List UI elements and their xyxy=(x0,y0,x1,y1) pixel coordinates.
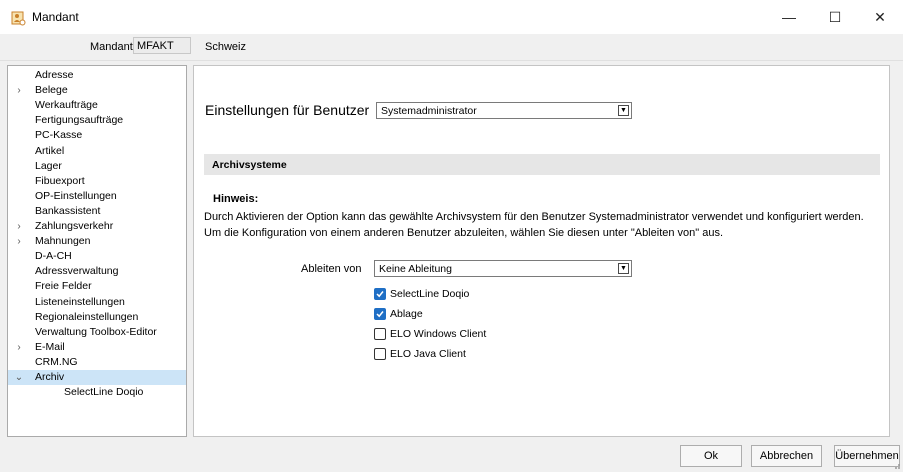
tree-item-label: PC-Kasse xyxy=(35,129,83,142)
tree-item[interactable]: D-A-CH xyxy=(8,249,186,264)
user-settings-label: Einstellungen für Benutzer xyxy=(205,102,370,118)
close-icon: ✕ xyxy=(874,8,886,25)
tree-item[interactable]: Werkaufträge xyxy=(8,98,186,113)
chevron-right-icon[interactable]: › xyxy=(14,219,24,234)
tree-item-label: Artikel xyxy=(35,144,65,157)
ableiten-select[interactable]: Keine Ableitung ▼ xyxy=(374,260,632,277)
hint-text: Durch Aktivieren der Option kann das gew… xyxy=(204,211,864,239)
tree-item[interactable]: Fibuexport xyxy=(8,174,186,189)
chevron-down-icon[interactable]: ⌄ xyxy=(14,370,24,385)
tree-item[interactable]: Lager xyxy=(8,159,186,174)
tree-item[interactable]: Artikel xyxy=(8,144,186,159)
close-button[interactable]: ✕ xyxy=(857,0,903,34)
mandant-label: Mandant xyxy=(90,41,133,53)
tree-item[interactable]: › Belege xyxy=(8,83,186,98)
tree-item[interactable]: Adressverwaltung xyxy=(8,264,186,279)
tree-item-label: Fibuexport xyxy=(35,174,85,187)
section-header: Archivsysteme xyxy=(204,154,880,175)
tree-item[interactable]: › E-Mail xyxy=(8,340,186,355)
chevron-right-icon[interactable]: › xyxy=(14,83,24,98)
app-icon xyxy=(11,11,26,26)
title-bar: Mandant — ☐ ✕ xyxy=(0,0,903,34)
tree-item[interactable]: Fertigungsaufträge xyxy=(8,113,186,128)
resize-grip-icon[interactable] xyxy=(891,460,901,470)
ableiten-label: Ableiten von xyxy=(301,263,362,275)
window-title: Mandant xyxy=(32,10,79,24)
tree-item-label: CRM.NG xyxy=(35,355,78,368)
tree-item[interactable]: Listeneinstellungen xyxy=(8,295,186,310)
tree-item[interactable]: OP-Einstellungen xyxy=(8,189,186,204)
ok-button[interactable]: Ok xyxy=(680,445,742,467)
checkbox-checked[interactable] xyxy=(374,288,386,300)
chevron-right-icon[interactable]: › xyxy=(14,234,24,249)
tree-item-label: OP-Einstellungen xyxy=(35,189,117,202)
tree-item-label: Belege xyxy=(35,84,68,97)
hint-title: Hinweis: xyxy=(213,193,259,205)
settings-tree[interactable]: Adresse › Belege Werkaufträge Fertigungsauft… xyxy=(7,65,187,437)
tree-item-label: SelectLine Doqio xyxy=(64,386,144,399)
tree-item-label: Adresse xyxy=(35,69,74,81)
archive-option-label: SelectLine Doqio xyxy=(390,288,470,300)
tree-item[interactable]: CRM.NG xyxy=(8,355,186,370)
minimize-icon: — xyxy=(782,9,796,25)
tree-item-label: Adressverwaltung xyxy=(35,265,119,278)
maximize-icon: ☐ xyxy=(828,8,842,25)
archive-option-label: ELO Windows Client xyxy=(390,328,487,340)
tree-item[interactable]: ⌄ Archiv xyxy=(8,370,186,385)
mandant-name: Schweiz xyxy=(205,41,246,53)
checkbox[interactable] xyxy=(374,328,386,340)
tree-item-label: Verwaltung Toolbox-Editor xyxy=(35,325,157,338)
checkmark-icon xyxy=(376,291,384,298)
tree-item-label: Bankassistent xyxy=(35,204,101,217)
settings-panel: Einstellungen für Benutzer Systemadminis… xyxy=(193,65,890,437)
tree-item-label: Listeneinstellungen xyxy=(35,295,125,308)
chevron-right-icon[interactable]: › xyxy=(14,340,24,355)
checkmark-icon xyxy=(376,311,384,318)
tree-item-label: Lager xyxy=(35,159,62,172)
chevron-down-icon[interactable]: ▼ xyxy=(618,105,629,116)
user-select-value: Systemadministrator xyxy=(381,105,477,117)
tree-item[interactable]: › Zahlungsverkehr xyxy=(8,219,186,234)
mandant-code-field[interactable]: MFAKT xyxy=(133,37,191,54)
tree-item-label: Zahlungsverkehr xyxy=(35,220,114,232)
user-select[interactable]: Systemadministrator ▼ xyxy=(376,102,632,119)
tree-item-label: Fertigungsaufträge xyxy=(35,114,124,127)
checkbox[interactable] xyxy=(374,348,386,360)
tree-item-label: Freie Felder xyxy=(35,280,92,293)
ableiten-select-value: Keine Ableitung xyxy=(379,263,452,275)
tree-item[interactable]: Regionaleinstellungen xyxy=(8,310,186,325)
tree-item[interactable]: Freie Felder xyxy=(8,279,186,294)
archive-option-label: ELO Java Client xyxy=(390,348,466,360)
tree-item-label: E-Mail xyxy=(35,340,65,353)
tree-item[interactable]: Verwaltung Toolbox-Editor xyxy=(8,325,186,340)
maximize-button[interactable]: ☐ xyxy=(812,0,858,34)
tree-item[interactable]: Adresse xyxy=(8,68,186,83)
checkbox-checked[interactable] xyxy=(374,308,386,320)
cancel-button[interactable]: Abbrechen xyxy=(751,445,822,467)
minimize-button[interactable]: — xyxy=(766,0,812,34)
tree-item[interactable]: › Mahnungen xyxy=(8,234,186,249)
tree-item[interactable]: SelectLine Doqio xyxy=(8,385,186,400)
tree-item[interactable]: PC-Kasse xyxy=(8,128,186,143)
tree-item-label: Regionaleinstellungen xyxy=(35,310,139,323)
section-title: Archivsysteme xyxy=(212,159,287,171)
tree-item-label: Mahnungen xyxy=(35,235,91,248)
tree-item-label: Archiv xyxy=(35,371,65,383)
tree-item[interactable]: Bankassistent xyxy=(8,204,186,219)
tree-item-label: D-A-CH xyxy=(35,250,72,263)
mandant-bar: Mandant MFAKT Schweiz xyxy=(0,34,903,61)
archive-option-label: Ablage xyxy=(390,308,423,320)
chevron-down-icon[interactable]: ▼ xyxy=(618,263,629,274)
tree-item-label: Werkaufträge xyxy=(35,99,98,112)
